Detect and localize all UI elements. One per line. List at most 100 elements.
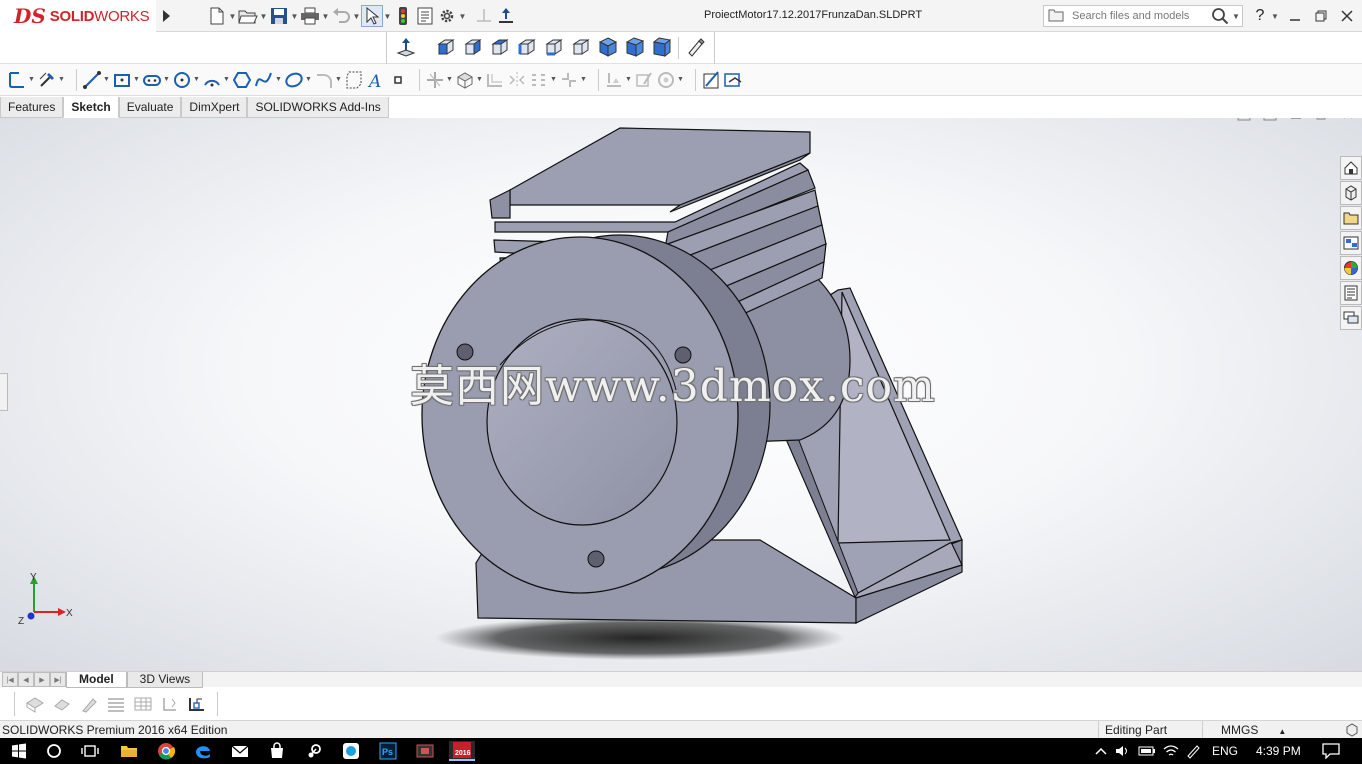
- feature-manager-collapse-handle[interactable]: [0, 373, 8, 411]
- fillet-dropdown-icon[interactable]: ▼: [335, 76, 343, 83]
- normal-to-view-icon[interactable]: [395, 36, 417, 61]
- open-folder-icon[interactable]: [237, 5, 259, 27]
- viewport-restore-icon[interactable]: [1314, 118, 1330, 122]
- view-selector-icon[interactable]: [684, 36, 706, 61]
- design-library-icon[interactable]: [1340, 181, 1362, 205]
- spline-dropdown-icon[interactable]: ▼: [275, 76, 283, 83]
- save-dropdown-icon[interactable]: ▼: [290, 12, 299, 21]
- trim-dropdown-icon[interactable]: ▼: [446, 76, 454, 83]
- battery-icon[interactable]: [1134, 745, 1160, 757]
- windows-start-icon[interactable]: [8, 741, 30, 761]
- tab-prev-icon[interactable]: ◀: [18, 672, 34, 687]
- options-dropdown-icon[interactable]: ▼: [458, 12, 467, 21]
- appearances-scenes-icon[interactable]: [1340, 256, 1362, 280]
- circle-icon[interactable]: [171, 69, 193, 91]
- viewport-minimize-icon[interactable]: [1288, 118, 1304, 122]
- ellipse-icon[interactable]: [283, 69, 305, 91]
- solidworks-taskbar-icon[interactable]: 2016: [449, 741, 475, 761]
- search-dropdown-icon[interactable]: ▼: [1232, 12, 1242, 21]
- 3d-view-publish-icon[interactable]: [186, 693, 208, 715]
- select-arrow-icon[interactable]: [361, 5, 383, 27]
- sketch-dropdown-icon[interactable]: ▼: [28, 76, 36, 83]
- 3d-view-update-icon[interactable]: [159, 693, 181, 715]
- arc-icon[interactable]: [201, 69, 223, 91]
- print-icon[interactable]: [299, 5, 321, 27]
- rectangle-icon[interactable]: [111, 69, 133, 91]
- top-view-icon[interactable]: [543, 36, 565, 61]
- action-center-icon[interactable]: [1320, 743, 1342, 759]
- solidworks-resources-home-icon[interactable]: [1340, 156, 1362, 180]
- tab-evaluate[interactable]: Evaluate: [118, 97, 182, 118]
- tab-next-icon[interactable]: ▶: [34, 672, 50, 687]
- ellipse-dropdown-icon[interactable]: ▼: [305, 76, 313, 83]
- sketch-icon[interactable]: [6, 69, 28, 91]
- pattern-dropdown-icon[interactable]: ▼: [550, 76, 558, 83]
- show-hidden-icons-icon[interactable]: [1090, 746, 1112, 756]
- tab-3d-views[interactable]: 3D Views: [126, 672, 204, 688]
- wifi-icon[interactable]: [1160, 744, 1182, 758]
- spline-icon[interactable]: [253, 69, 275, 91]
- rectangle-dropdown-icon[interactable]: ▼: [133, 76, 141, 83]
- close-icon[interactable]: [1334, 10, 1360, 22]
- reference-plane-icon[interactable]: [473, 5, 495, 27]
- cortana-search-icon[interactable]: [43, 741, 65, 761]
- print-dropdown-icon[interactable]: ▼: [321, 12, 330, 21]
- file-explorer-taskbar-icon[interactable]: [118, 741, 140, 761]
- offset-entities-icon[interactable]: [484, 69, 506, 91]
- search-scope-folder-icon[interactable]: [1048, 8, 1066, 25]
- plane-icon[interactable]: [343, 69, 365, 91]
- dimension-dropdown-icon[interactable]: ▼: [58, 76, 66, 83]
- isometric-view-icon[interactable]: [597, 36, 619, 61]
- help-button[interactable]: ?: [1252, 7, 1268, 25]
- tab-features[interactable]: Features: [0, 97, 64, 118]
- circle-dropdown-icon[interactable]: ▼: [193, 76, 201, 83]
- mirror-entities-icon[interactable]: [506, 69, 528, 91]
- file-properties-icon[interactable]: [414, 5, 436, 27]
- new-dropdown-icon[interactable]: ▼: [228, 12, 237, 21]
- trimetric-view-icon[interactable]: [624, 36, 646, 61]
- snaps-dropdown-icon[interactable]: ▼: [677, 76, 685, 83]
- viewport-prev-icon[interactable]: [1236, 118, 1252, 122]
- convert-dropdown-icon[interactable]: ▼: [476, 76, 484, 83]
- tab-sketch[interactable]: Sketch: [63, 97, 119, 118]
- undo-dropdown-icon[interactable]: ▼: [352, 12, 361, 21]
- unit-system-dropdown-icon[interactable]: ▲: [1278, 727, 1286, 736]
- dimetric-view-icon[interactable]: [651, 36, 673, 61]
- steam-icon[interactable]: [303, 741, 325, 761]
- media-player-icon[interactable]: [414, 741, 436, 761]
- search-box[interactable]: Search files and models ▼: [1043, 5, 1243, 27]
- 3d-view-capture-icon[interactable]: [24, 693, 46, 715]
- select-dropdown-icon[interactable]: ▼: [383, 12, 392, 21]
- slot-dropdown-icon[interactable]: ▼: [163, 76, 171, 83]
- display-relations-icon[interactable]: [603, 69, 625, 91]
- quick-snaps-icon[interactable]: [655, 69, 677, 91]
- search-input[interactable]: Search files and models: [1072, 10, 1208, 22]
- instant-2d-icon[interactable]: [722, 69, 744, 91]
- point-icon[interactable]: [387, 69, 409, 91]
- task-view-icon[interactable]: [79, 741, 101, 761]
- mail-icon[interactable]: [229, 741, 251, 761]
- move-entities-icon[interactable]: [558, 69, 580, 91]
- rebuild-traffic-light-icon[interactable]: [392, 5, 414, 27]
- edge-browser-icon[interactable]: [192, 741, 214, 761]
- minimize-icon[interactable]: [1282, 10, 1308, 22]
- options-gear-icon[interactable]: [436, 5, 458, 27]
- solidworks-logo[interactable]: DS SOLID WORKS: [0, 0, 156, 32]
- line-icon[interactable]: [81, 69, 103, 91]
- undo-icon[interactable]: [330, 5, 352, 27]
- linear-pattern-icon[interactable]: [528, 69, 550, 91]
- tab-first-icon[interactable]: |◀: [2, 672, 18, 687]
- slot-icon[interactable]: [141, 69, 163, 91]
- chrome-icon[interactable]: [155, 741, 177, 761]
- normal-to-icon[interactable]: [495, 5, 517, 27]
- polygon-icon[interactable]: [231, 69, 253, 91]
- back-view-icon[interactable]: [462, 36, 484, 61]
- viewport-close-icon[interactable]: [1340, 118, 1356, 122]
- skype-icon[interactable]: [340, 741, 362, 761]
- repair-sketch-icon[interactable]: [633, 69, 655, 91]
- tab-dimxpert[interactable]: DimXpert: [181, 97, 248, 118]
- search-icon[interactable]: [1208, 7, 1232, 25]
- save-icon[interactable]: [268, 5, 290, 27]
- fillet-icon[interactable]: [313, 69, 335, 91]
- right-view-icon[interactable]: [516, 36, 538, 61]
